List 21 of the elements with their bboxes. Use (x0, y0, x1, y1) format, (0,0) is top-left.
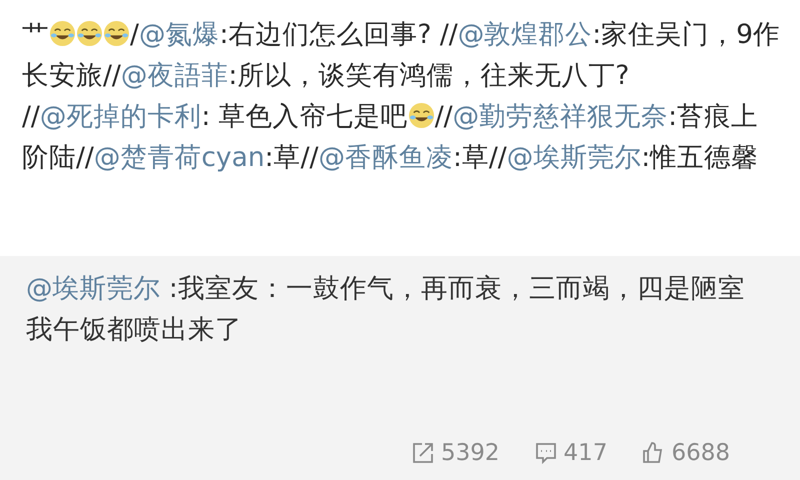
laughing-face-icon (76, 20, 103, 47)
share-button[interactable]: 5392 (411, 440, 500, 466)
user-mention-link[interactable]: @夜語菲 (120, 60, 228, 91)
laughing-face-icon (103, 20, 130, 47)
repost-text: 我午饭都喷出来了 (26, 313, 243, 347)
user-mention-link[interactable]: @香酥鱼凌 (318, 142, 453, 173)
share-icon (411, 441, 435, 465)
user-mention-link[interactable]: @楚青荷cyan (94, 142, 265, 173)
comment-icon (534, 441, 558, 465)
laughing-face-icon (408, 102, 435, 129)
user-mention-link[interactable]: @氮爆 (138, 19, 220, 50)
comment-button[interactable]: 417 (534, 440, 608, 466)
user-mention-link[interactable]: @埃斯莞尔 (26, 273, 160, 304)
repost-text: @埃斯莞尔 :我室友：一鼓作气，再而衰，三而竭，四是陋室 (26, 272, 746, 306)
post-text: 艹 /@氮爆:右边们怎么回事? //@敦煌郡公:家住吴门，9作长安旅//@夜語菲:所以，谈笑有鸿儒，往来无八丁? //@死掉的卡利: 草色入帘七是吧 //@勤劳慈祥狠无奈:苔痕上阶陆//@楚青荷cyan:草//@香酥鱼凌:草//@埃斯莞尔:惟五德馨 (21, 18, 782, 175)
user-mention-link[interactable]: @勤劳慈祥狠无奈 (452, 101, 668, 132)
user-mention-link[interactable]: @埃斯莞尔 (506, 142, 642, 173)
laughing-face-icon (49, 20, 76, 47)
like-button[interactable]: 6688 (641, 440, 730, 466)
user-mention-link[interactable]: @死掉的卡利 (40, 101, 202, 132)
user-mention-link[interactable]: @敦煌郡公 (458, 19, 592, 50)
